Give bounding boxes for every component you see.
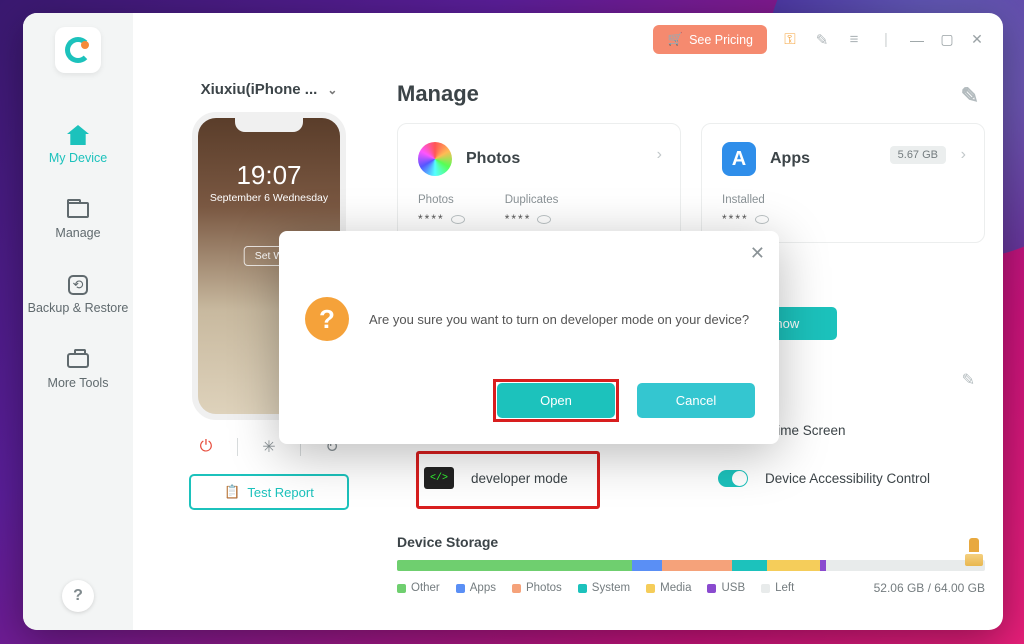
seg-media bbox=[767, 560, 820, 571]
maximize-button[interactable]: ▢ bbox=[939, 31, 955, 48]
stat-value: **** bbox=[418, 212, 445, 226]
app-window: My Device Manage Backup & Restore More T… bbox=[23, 13, 1003, 630]
stat-value: **** bbox=[722, 212, 749, 226]
folder-icon bbox=[65, 198, 91, 222]
manage-title: Manage bbox=[397, 81, 479, 106]
close-icon[interactable]: ✕ bbox=[750, 243, 765, 264]
clock-time: 19:07 bbox=[198, 160, 340, 191]
app-logo bbox=[55, 27, 101, 73]
help-button[interactable]: ? bbox=[62, 580, 94, 612]
loading-icon[interactable]: ✳ bbox=[256, 434, 282, 460]
device-name: Xiuxiu(iPhone ... bbox=[201, 81, 318, 98]
card-row: Photos › Photos **** Duplicates **** bbox=[397, 123, 985, 243]
sidebar: My Device Manage Backup & Restore More T… bbox=[23, 13, 133, 630]
topbar: 🛒 See Pricing ⚿ ✎ ≡ | — ▢ ✕ bbox=[653, 25, 985, 54]
device-selector[interactable]: Xiuxiu(iPhone ... bbox=[201, 81, 338, 98]
seg-apps bbox=[632, 560, 661, 571]
question-icon: ? bbox=[305, 297, 349, 341]
divider bbox=[237, 438, 238, 456]
stat-label: Photos bbox=[418, 194, 465, 206]
edit-icon[interactable]: ✎ bbox=[813, 31, 831, 49]
clipboard-icon: 📋 bbox=[224, 484, 240, 500]
sidebar-nav: My Device Manage Backup & Restore More T… bbox=[23, 123, 133, 391]
photos-card[interactable]: Photos › Photos **** Duplicates **** bbox=[397, 123, 681, 243]
accessibility-label: Device Accessibility Control bbox=[765, 471, 930, 486]
photos-title: Photos bbox=[466, 150, 520, 168]
pencil-icon[interactable]: ✎ bbox=[961, 83, 979, 109]
clean-icon[interactable] bbox=[963, 538, 985, 566]
lock-clock: 19:07 September 6 Wednesday bbox=[198, 160, 340, 204]
size-badge: 5.67 GB bbox=[890, 146, 946, 164]
legend-other: Other bbox=[411, 582, 440, 594]
test-report-button[interactable]: 📋 Test Report bbox=[189, 474, 349, 510]
highlight-box bbox=[493, 379, 619, 422]
clock-date: September 6 Wednesday bbox=[198, 192, 340, 204]
list-icon[interactable]: ≡ bbox=[845, 31, 863, 48]
power-icon[interactable]: ⏻ bbox=[193, 434, 219, 460]
legend-left: Left bbox=[775, 582, 794, 594]
legend-media: Media bbox=[660, 582, 691, 594]
key-icon[interactable]: ⚿ bbox=[781, 31, 799, 48]
briefcase-icon bbox=[65, 348, 91, 372]
storage-header: Device Storage bbox=[397, 534, 985, 550]
dialog-text: Are you sure you want to turn on develop… bbox=[369, 312, 749, 327]
cart-icon: 🛒 bbox=[667, 32, 683, 47]
sidebar-item-backup[interactable]: Backup & Restore bbox=[28, 273, 129, 316]
close-button[interactable]: ✕ bbox=[969, 31, 985, 48]
quick-accessibility[interactable]: Device Accessibility Control bbox=[711, 454, 965, 502]
sidebar-item-label: Backup & Restore bbox=[28, 301, 129, 316]
apps-title: Apps bbox=[770, 150, 810, 168]
legend-system: System bbox=[592, 582, 630, 594]
seg-system bbox=[732, 560, 767, 571]
storage-section: Device Storage Other Apps Photos System bbox=[397, 534, 985, 595]
storage-legend: Other Apps Photos System Media USB Left … bbox=[397, 581, 985, 595]
chevron-right-icon[interactable]: › bbox=[657, 146, 662, 164]
stat-value: **** bbox=[505, 212, 532, 226]
minimize-button[interactable]: — bbox=[909, 32, 925, 48]
restore-icon bbox=[65, 273, 91, 297]
see-pricing-button[interactable]: 🛒 See Pricing bbox=[653, 25, 767, 54]
legend-apps: Apps bbox=[470, 582, 496, 594]
chevron-right-icon[interactable]: › bbox=[961, 146, 966, 164]
apps-icon: A bbox=[722, 142, 756, 176]
apps-card[interactable]: A Apps 5.67 GB › Installed **** bbox=[701, 123, 985, 243]
storage-bar bbox=[397, 560, 985, 571]
eye-icon[interactable] bbox=[537, 215, 551, 224]
seg-usb bbox=[820, 560, 826, 571]
confirm-dialog: ✕ ? Are you sure you want to turn on dev… bbox=[279, 231, 779, 444]
sidebar-item-my-device[interactable]: My Device bbox=[49, 123, 107, 166]
seg-other bbox=[397, 560, 632, 571]
cancel-button[interactable]: Cancel bbox=[637, 383, 755, 418]
sidebar-item-label: My Device bbox=[49, 151, 107, 166]
home-icon bbox=[65, 123, 91, 147]
phone-notch bbox=[235, 118, 303, 132]
sidebar-item-more-tools[interactable]: More Tools bbox=[48, 348, 109, 391]
separator: | bbox=[877, 31, 895, 48]
test-report-label: Test Report bbox=[247, 485, 313, 500]
photos-icon bbox=[418, 142, 452, 176]
pricing-label: See Pricing bbox=[689, 33, 753, 47]
sidebar-item-label: More Tools bbox=[48, 376, 109, 391]
stat-label: Installed bbox=[722, 194, 769, 206]
storage-text: 52.06 GB / 64.00 GB bbox=[874, 581, 985, 595]
seg-photos bbox=[662, 560, 733, 571]
quick-developer-mode[interactable]: </> developer mode bbox=[417, 454, 671, 502]
manage-header: Manage ✎ bbox=[397, 81, 985, 107]
eye-icon[interactable] bbox=[451, 215, 465, 224]
legend-usb: USB bbox=[721, 582, 745, 594]
stat-label: Duplicates bbox=[505, 194, 559, 206]
toggle-icon bbox=[717, 464, 749, 492]
highlight-box bbox=[416, 451, 600, 509]
eye-icon[interactable] bbox=[755, 215, 769, 224]
sidebar-item-label: Manage bbox=[55, 226, 100, 241]
legend-photos: Photos bbox=[526, 582, 562, 594]
sidebar-item-manage[interactable]: Manage bbox=[55, 198, 100, 241]
